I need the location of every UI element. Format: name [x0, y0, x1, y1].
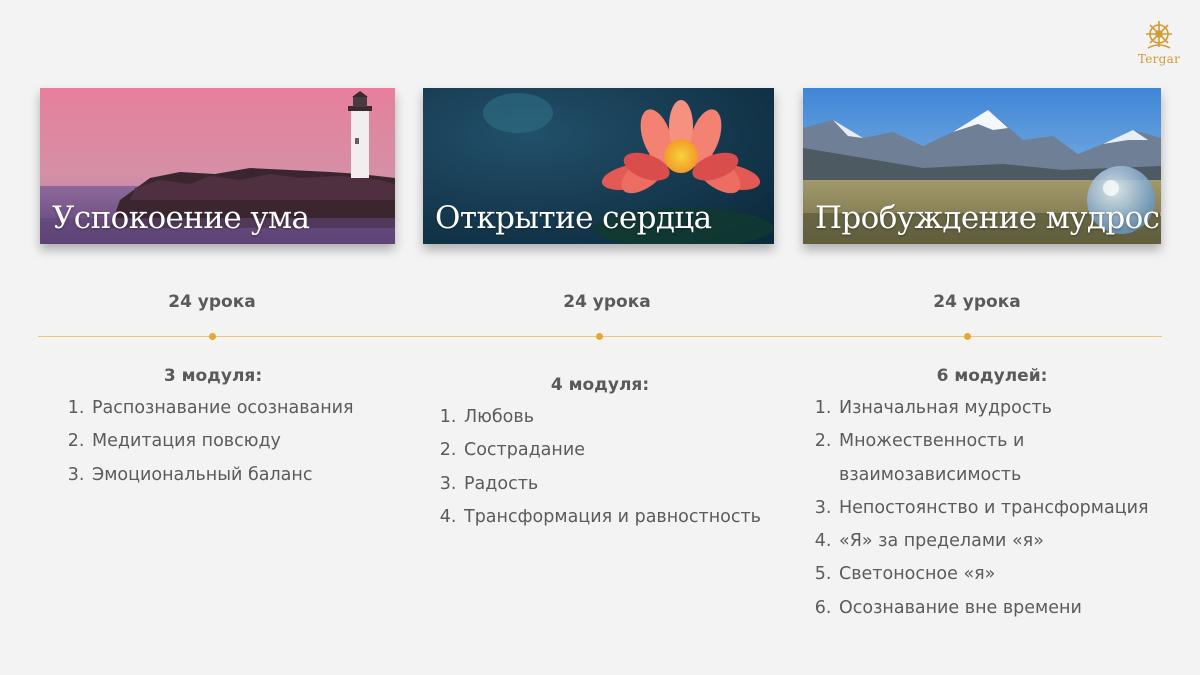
lessons-count: 24 урока — [168, 292, 256, 312]
module-item: Осознавание вне времени — [837, 592, 1187, 625]
module-item: Трансформация и равностность — [462, 501, 802, 534]
timeline-dot — [596, 333, 603, 340]
dharma-wheel-icon — [1146, 21, 1172, 49]
course-card-awakening-wisdom[interactable]: Пробуждение мудрости — [803, 88, 1161, 244]
modules-list: Изначальная мудрость Множественность и в… — [811, 392, 1187, 625]
logo-text: Tergar — [1137, 52, 1181, 66]
lessons-count: 24 урока — [563, 292, 651, 312]
module-item: Распознавание осознавания — [90, 392, 410, 425]
module-item: Радость — [462, 468, 802, 501]
module-item: Светоносное «я» — [837, 558, 1187, 591]
lessons-count: 24 урока — [933, 292, 1021, 312]
module-item: Непостоянство и трансформация — [837, 492, 1187, 525]
module-item: Медитация повсюду — [90, 425, 410, 458]
module-item: Множественность и взаимозависимость — [837, 425, 1187, 492]
tergar-logo: Tergar — [1134, 18, 1184, 70]
course-title: Открытие сердца — [435, 200, 712, 236]
modules-list: Любовь Сострадание Радость Трансформация… — [436, 401, 802, 534]
course-card-calm-mind[interactable]: Успокоение ума — [40, 88, 395, 244]
module-item: Изначальная мудрость — [837, 392, 1187, 425]
module-item: Любовь — [462, 401, 802, 434]
module-item: Сострадание — [462, 434, 802, 467]
module-item: Эмоциональный баланс — [90, 459, 410, 492]
timeline-dot — [964, 333, 971, 340]
timeline-dot — [209, 333, 216, 340]
modules-heading: 4 модуля: — [550, 375, 650, 395]
modules-heading: 6 модулей: — [936, 366, 1048, 386]
modules-list: Распознавание осознавания Медитация повс… — [64, 392, 410, 492]
course-title: Пробуждение мудрости — [815, 200, 1161, 236]
module-item: «Я» за пределами «я» — [837, 525, 1187, 558]
course-title: Успокоение ума — [52, 200, 310, 236]
modules-heading: 3 модуля: — [163, 366, 263, 386]
course-card-open-heart[interactable]: Открытие сердца — [423, 88, 774, 244]
